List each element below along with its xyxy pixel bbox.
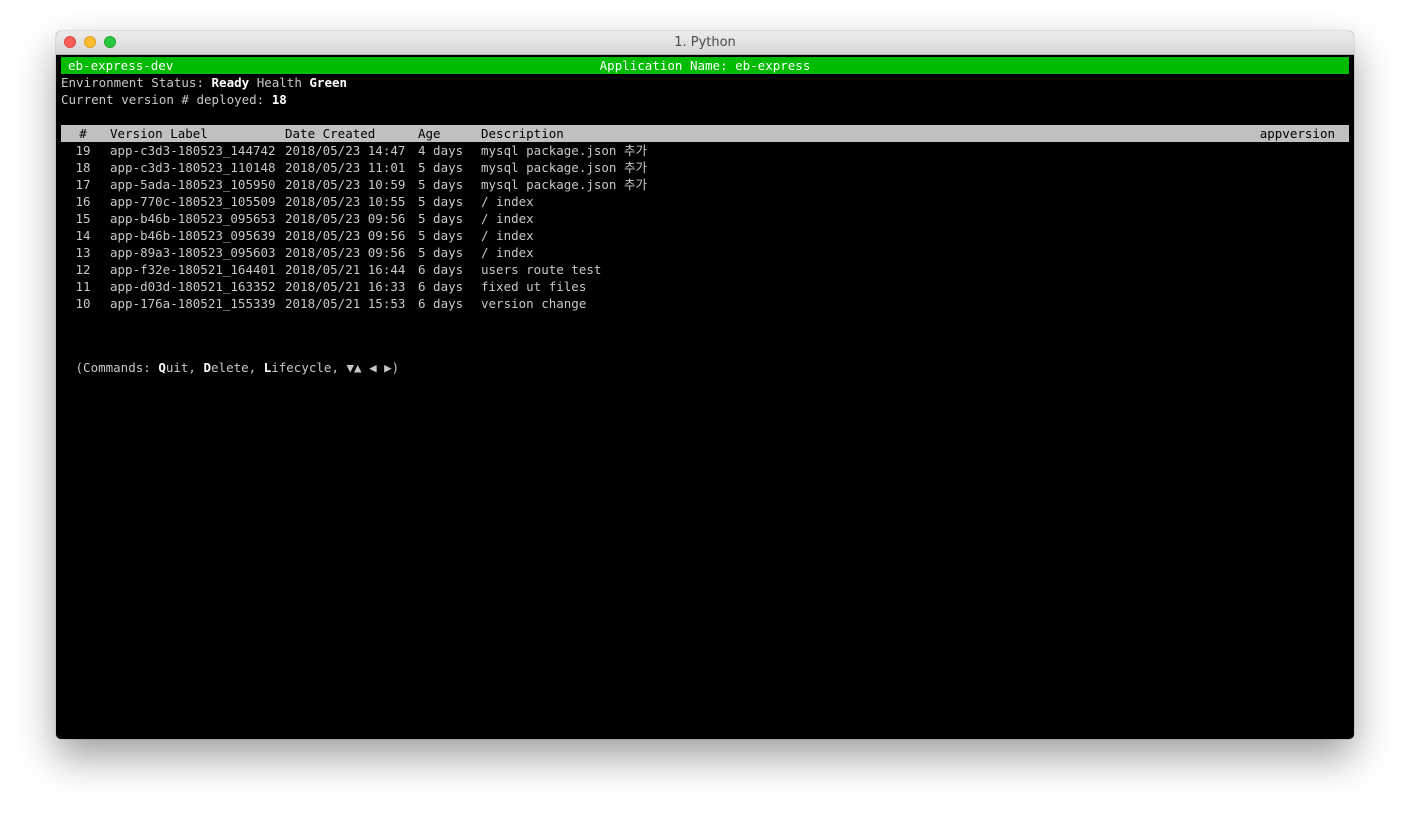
environment-status-line: Environment Status: Ready Health Green xyxy=(61,74,347,91)
row-age: 4 days xyxy=(418,143,464,158)
row-description: / index xyxy=(481,194,534,209)
title-bar[interactable]: 1. Python xyxy=(56,31,1354,55)
row-date-created: 2018/05/23 10:55 xyxy=(285,194,406,209)
table-row[interactable]: 18 app-c3d3-180523_110148 2018/05/23 11:… xyxy=(61,159,1349,176)
current-version-value: 18 xyxy=(271,92,287,107)
column-header-num: # xyxy=(79,126,87,141)
row-age: 6 days xyxy=(418,262,464,277)
row-num: 19 xyxy=(75,143,91,158)
row-version-label: app-b46b-180523_095639 xyxy=(110,228,276,243)
terminal-window: 1. Python eb-express-dev Application Nam… xyxy=(56,31,1354,739)
row-description: version change xyxy=(481,296,587,311)
table-row[interactable]: 17 app-5ada-180523_105950 2018/05/23 10:… xyxy=(61,176,1349,193)
row-description: fixed ut files xyxy=(481,279,587,294)
row-version-label: app-c3d3-180523_110148 xyxy=(110,160,276,175)
row-date-created: 2018/05/23 09:56 xyxy=(285,245,406,260)
row-description: / index xyxy=(481,228,534,243)
status-bar: eb-express-dev Application Name: eb-expr… xyxy=(61,57,1349,74)
row-description: users route test xyxy=(481,262,602,277)
row-version-label: app-770c-180523_105509 xyxy=(110,194,276,209)
row-num: 13 xyxy=(75,245,91,260)
column-header-description: Description xyxy=(481,126,564,141)
env-status-label: Environment Status: xyxy=(61,75,204,90)
row-version-label: app-89a3-180523_095603 xyxy=(110,245,276,260)
row-age: 5 days xyxy=(418,228,464,243)
row-num: 15 xyxy=(75,211,91,226)
application-name: Application Name: eb-express xyxy=(599,58,811,73)
row-num: 18 xyxy=(75,160,91,175)
health-value: Green xyxy=(309,75,348,90)
row-num: 12 xyxy=(75,262,91,277)
table-header: # Version Label Date Created Age Descrip… xyxy=(61,125,1349,142)
table-row[interactable]: 12 app-f32e-180521_164401 2018/05/21 16:… xyxy=(61,261,1349,278)
window-title: 1. Python xyxy=(674,35,736,50)
row-description: mysql package.json 추가 xyxy=(481,160,647,175)
row-version-label: app-5ada-180523_105950 xyxy=(110,177,276,192)
column-header-appversion: appversion xyxy=(1259,126,1335,141)
column-header-age: Age xyxy=(418,126,441,141)
row-version-label: app-b46b-180523_095653 xyxy=(110,211,276,226)
row-num: 17 xyxy=(75,177,91,192)
delete-key: D xyxy=(203,360,212,375)
row-date-created: 2018/05/23 11:01 xyxy=(285,160,406,175)
table-row[interactable]: 19 app-c3d3-180523_144742 2018/05/23 14:… xyxy=(61,142,1349,159)
table-row[interactable]: 16 app-770c-180523_105509 2018/05/23 10:… xyxy=(61,193,1349,210)
row-description: / index xyxy=(481,211,534,226)
row-date-created: 2018/05/23 09:56 xyxy=(285,228,406,243)
column-header-version-label: Version Label xyxy=(110,126,208,141)
terminal-content[interactable]: eb-express-dev Application Name: eb-expr… xyxy=(61,57,1349,735)
row-date-created: 2018/05/23 10:59 xyxy=(285,177,406,192)
quit-rest: uit, xyxy=(165,360,204,375)
row-description: mysql package.json 추가 xyxy=(481,143,647,158)
current-version-line: Current version # deployed: 18 xyxy=(61,91,287,108)
row-version-label: app-d03d-180521_163352 xyxy=(110,279,276,294)
row-num: 16 xyxy=(75,194,91,209)
table-row[interactable]: 11 app-d03d-180521_163352 2018/05/21 16:… xyxy=(61,278,1349,295)
row-version-label: app-176a-180521_155339 xyxy=(110,296,276,311)
row-date-created: 2018/05/21 16:33 xyxy=(285,279,406,294)
table-row[interactable]: 13 app-89a3-180523_095603 2018/05/23 09:… xyxy=(61,244,1349,261)
row-date-created: 2018/05/21 16:44 xyxy=(285,262,406,277)
delete-rest: elete, xyxy=(211,360,264,375)
table-row[interactable]: 14 app-b46b-180523_095639 2018/05/23 09:… xyxy=(61,227,1349,244)
row-num: 11 xyxy=(75,279,91,294)
row-age: 5 days xyxy=(418,245,464,260)
commands-close: ) xyxy=(391,360,400,375)
row-description: mysql package.json 추가 xyxy=(481,177,647,192)
row-age: 6 days xyxy=(418,296,464,311)
row-age: 5 days xyxy=(418,160,464,175)
commands-hint: (Commands: Quit, Delete, Lifecycle, ▼▲ ◀… xyxy=(68,359,400,376)
column-header-date-created: Date Created xyxy=(285,126,376,141)
lifecycle-rest: ifecycle, xyxy=(271,360,347,375)
arrow-keys-icon: ▼▲ ◀ ▶ xyxy=(346,360,392,375)
commands-open: (Commands: xyxy=(68,360,159,375)
row-age: 5 days xyxy=(418,211,464,226)
row-version-label: app-c3d3-180523_144742 xyxy=(110,143,276,158)
row-date-created: 2018/05/21 15:53 xyxy=(285,296,406,311)
current-version-label: Current version # deployed: xyxy=(61,92,265,107)
table-row[interactable]: 15 app-b46b-180523_095653 2018/05/23 09:… xyxy=(61,210,1349,227)
row-age: 5 days xyxy=(418,177,464,192)
row-date-created: 2018/05/23 14:47 xyxy=(285,143,406,158)
row-num: 10 xyxy=(75,296,91,311)
row-description: / index xyxy=(481,245,534,260)
env-status-value: Ready xyxy=(211,75,250,90)
row-num: 14 xyxy=(75,228,91,243)
quit-key: Q xyxy=(158,360,166,375)
row-age: 6 days xyxy=(418,279,464,294)
row-age: 5 days xyxy=(418,194,464,209)
health-label: Health xyxy=(256,75,302,90)
table-row[interactable]: 10 app-176a-180521_155339 2018/05/21 15:… xyxy=(61,295,1349,312)
row-date-created: 2018/05/23 09:56 xyxy=(285,211,406,226)
row-version-label: app-f32e-180521_164401 xyxy=(110,262,276,277)
